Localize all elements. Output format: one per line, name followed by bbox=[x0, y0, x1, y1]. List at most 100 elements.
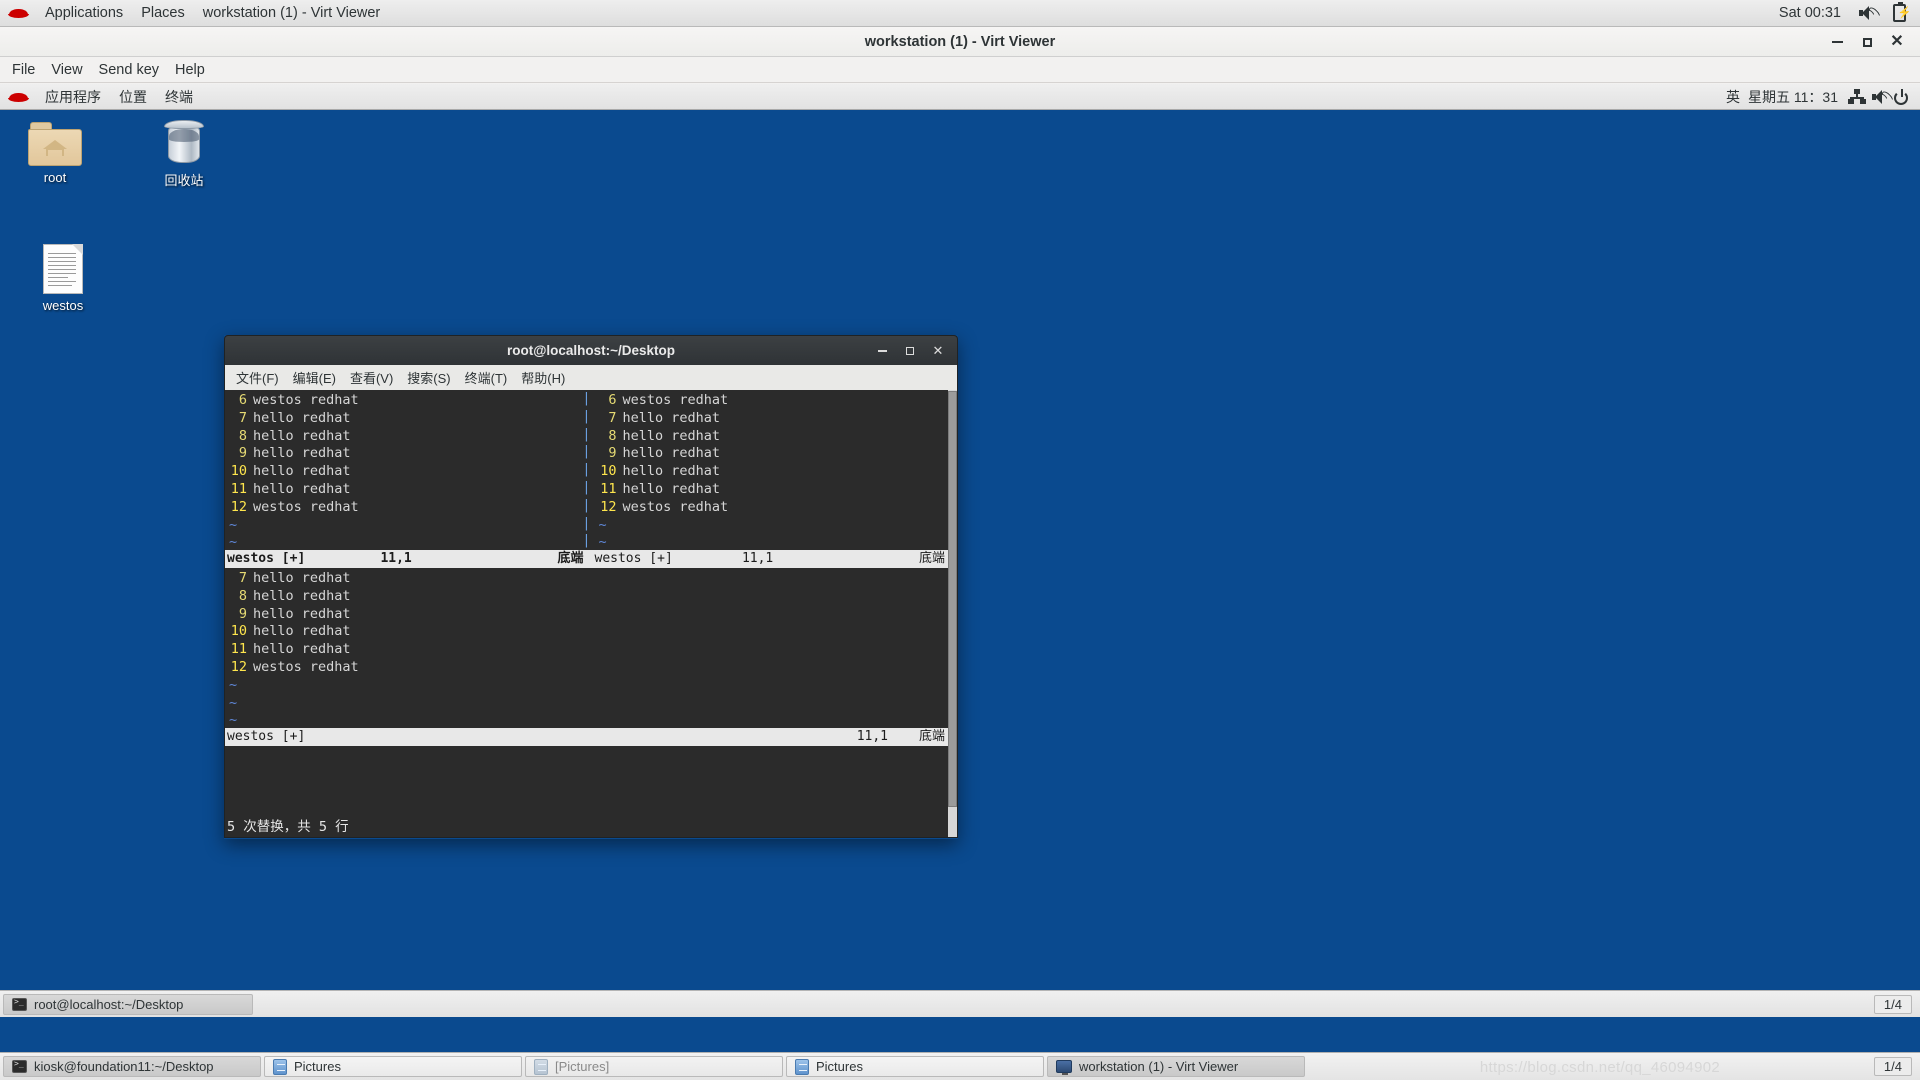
menu-file[interactable]: File bbox=[4, 59, 43, 81]
terminal-scrollbar[interactable] bbox=[948, 390, 957, 837]
host-menu-applications[interactable]: Applications bbox=[36, 2, 132, 24]
terminal-menu-view[interactable]: 查看(V) bbox=[343, 366, 400, 389]
ime-indicator[interactable]: 英 bbox=[1720, 87, 1746, 107]
terminal-minimize-button[interactable] bbox=[869, 339, 895, 363]
menu-view[interactable]: View bbox=[43, 59, 90, 81]
desktop-icon-label: westos bbox=[20, 298, 106, 313]
vim-line: 12westos redhat bbox=[225, 499, 587, 517]
host-taskbar-item-virt-viewer[interactable]: workstation (1) - Virt Viewer bbox=[1047, 1056, 1305, 1077]
battery-icon[interactable]: ⚡ bbox=[1888, 4, 1910, 22]
vim-pane-bottom[interactable]: 7hello redhat8hello redhat9hello redhat1… bbox=[225, 568, 948, 728]
vim-line: 12westos redhat bbox=[225, 659, 948, 677]
terminal-window[interactable]: root@localhost:~/Desktop ✕ 文件(F) 编辑(E) 查… bbox=[224, 335, 958, 839]
host-taskbar-item-pictures-minimized[interactable]: [Pictures] bbox=[525, 1056, 783, 1077]
guest-desktop[interactable]: 应用程序 位置 终端 英 星期五 11：31 bbox=[0, 84, 1920, 1017]
terminal-maximize-button[interactable] bbox=[897, 339, 923, 363]
terminal-menu-search[interactable]: 搜索(S) bbox=[400, 366, 457, 389]
maximize-button[interactable] bbox=[1852, 27, 1882, 57]
vim-line: 7hello redhat bbox=[225, 570, 948, 588]
volume-icon[interactable] bbox=[1856, 4, 1878, 22]
terminal-body[interactable]: 6westos redhat7hello redhat8hello redhat… bbox=[224, 390, 958, 838]
statusline-scroll: 底端 bbox=[919, 728, 945, 746]
vim-line: 12westos redhat bbox=[595, 499, 949, 517]
vim-separator-char: | bbox=[582, 390, 592, 408]
vim-command-line[interactable]: 5 次替换，共 5 行 bbox=[225, 818, 939, 837]
vim-line-number: 12 bbox=[225, 499, 253, 517]
vim-line: 8hello redhat bbox=[595, 428, 949, 446]
vim-line: 10hello redhat bbox=[225, 623, 948, 641]
vim-line-text: westos redhat bbox=[253, 659, 359, 677]
desktop-icon-root[interactable]: root bbox=[12, 122, 98, 185]
vim-separator-char: | bbox=[582, 479, 592, 497]
host-active-window-title[interactable]: workstation (1) - Virt Viewer bbox=[194, 2, 390, 24]
statusline: westos [+] 11,1 底端 bbox=[587, 550, 949, 568]
home-folder-icon bbox=[28, 122, 82, 166]
vim-separator-char: | bbox=[582, 515, 592, 533]
guest-menu-places[interactable]: 位置 bbox=[110, 85, 156, 109]
guest-menu-terminal[interactable]: 终端 bbox=[156, 85, 202, 109]
vim-line-text: hello redhat bbox=[253, 445, 351, 463]
terminal-menu-edit[interactable]: 编辑(E) bbox=[286, 366, 343, 389]
menu-help[interactable]: Help bbox=[167, 59, 213, 81]
virt-viewer-titlebar[interactable]: workstation (1) - Virt Viewer ✕ bbox=[0, 27, 1920, 57]
virt-viewer-window-controls: ✕ bbox=[1822, 27, 1912, 57]
host-taskbar-item-pictures-2[interactable]: Pictures bbox=[786, 1056, 1044, 1077]
vim-line-number: 12 bbox=[225, 659, 253, 677]
host-workspace-switcher[interactable]: 1/4 bbox=[1874, 1057, 1912, 1076]
vim-tilde: ~ bbox=[595, 534, 607, 550]
host-clock[interactable]: Sat 00:31 bbox=[1769, 2, 1851, 24]
vim-line-text: hello redhat bbox=[253, 570, 351, 588]
host-taskbar-item-terminal[interactable]: kiosk@foundation11:~/Desktop bbox=[3, 1056, 261, 1077]
guest-top-panel: 应用程序 位置 终端 英 星期五 11：31 bbox=[0, 84, 1920, 110]
taskbar-item-label: root@localhost:~/Desktop bbox=[34, 997, 183, 1012]
terminal-menu-terminal[interactable]: 终端(T) bbox=[458, 366, 515, 389]
vim-line-text: hello redhat bbox=[253, 623, 351, 641]
guest-tray bbox=[1848, 89, 1920, 105]
vim-pane-top-right[interactable]: 6westos redhat7hello redhat8hello redhat… bbox=[587, 390, 949, 550]
vim-line-text: hello redhat bbox=[253, 410, 351, 428]
host-taskbar-item-pictures-1[interactable]: Pictures bbox=[264, 1056, 522, 1077]
desktop-icon-westos[interactable]: westos bbox=[20, 244, 106, 313]
virt-viewer-title: workstation (1) - Virt Viewer bbox=[0, 34, 1920, 50]
vim-line-text: hello redhat bbox=[623, 410, 721, 428]
close-button[interactable]: ✕ bbox=[1882, 27, 1912, 57]
guest-volume-icon[interactable] bbox=[1871, 89, 1889, 105]
host-menu-places[interactable]: Places bbox=[132, 2, 194, 24]
guest-taskbar-item-terminal[interactable]: root@localhost:~/Desktop bbox=[3, 994, 253, 1015]
vim-line-number: 12 bbox=[595, 499, 623, 517]
vim-line-number: 9 bbox=[595, 445, 623, 463]
terminal-menu-file[interactable]: 文件(F) bbox=[229, 366, 286, 389]
terminal-titlebar[interactable]: root@localhost:~/Desktop ✕ bbox=[224, 335, 958, 365]
guest-taskbar: root@localhost:~/Desktop 1/4 bbox=[0, 990, 1920, 1017]
vim-line-text: westos redhat bbox=[623, 499, 729, 517]
vim-pane-top-left[interactable]: 6westos redhat7hello redhat8hello redhat… bbox=[225, 390, 587, 550]
vim-line-text: westos redhat bbox=[623, 392, 729, 410]
network-icon[interactable] bbox=[1848, 89, 1866, 105]
virt-viewer-menubar: File View Send key Help bbox=[0, 57, 1920, 83]
guest-workspace-switcher[interactable]: 1/4 bbox=[1874, 995, 1912, 1014]
vim-line-number: 8 bbox=[225, 588, 253, 606]
vim-line-text: hello redhat bbox=[623, 481, 721, 499]
vim-empty-line: ~ bbox=[225, 517, 587, 535]
minimize-button[interactable] bbox=[1822, 27, 1852, 57]
terminal-menu-help[interactable]: 帮助(H) bbox=[514, 366, 572, 389]
taskbar-item-label: Pictures bbox=[294, 1059, 341, 1074]
statusline: westos [+] 11,1 底端 bbox=[225, 550, 587, 568]
guest-clock[interactable]: 星期五 11：31 bbox=[1746, 87, 1848, 107]
terminal-close-button[interactable]: ✕ bbox=[925, 339, 951, 363]
vim-editor[interactable]: 6westos redhat7hello redhat8hello redhat… bbox=[225, 390, 948, 837]
power-icon[interactable] bbox=[1894, 89, 1910, 105]
screen: Applications Places workstation (1) - Vi… bbox=[0, 0, 1920, 1080]
virt-viewer-window: workstation (1) - Virt Viewer ✕ File Vie… bbox=[0, 27, 1920, 1017]
taskbar-item-label: Pictures bbox=[816, 1059, 863, 1074]
vim-line-text: westos redhat bbox=[253, 499, 359, 517]
vim-line: 9hello redhat bbox=[225, 606, 948, 624]
terminal-window-controls: ✕ bbox=[869, 339, 951, 363]
scrollbar-thumb[interactable] bbox=[948, 391, 957, 807]
guest-menu-applications[interactable]: 应用程序 bbox=[36, 85, 110, 109]
desktop-icon-trash[interactable]: 回收站 bbox=[141, 120, 227, 189]
vim-line-text: hello redhat bbox=[253, 588, 351, 606]
vim-separator-char: | bbox=[582, 497, 592, 515]
vim-tilde: ~ bbox=[225, 695, 237, 713]
menu-send-key[interactable]: Send key bbox=[91, 59, 167, 81]
